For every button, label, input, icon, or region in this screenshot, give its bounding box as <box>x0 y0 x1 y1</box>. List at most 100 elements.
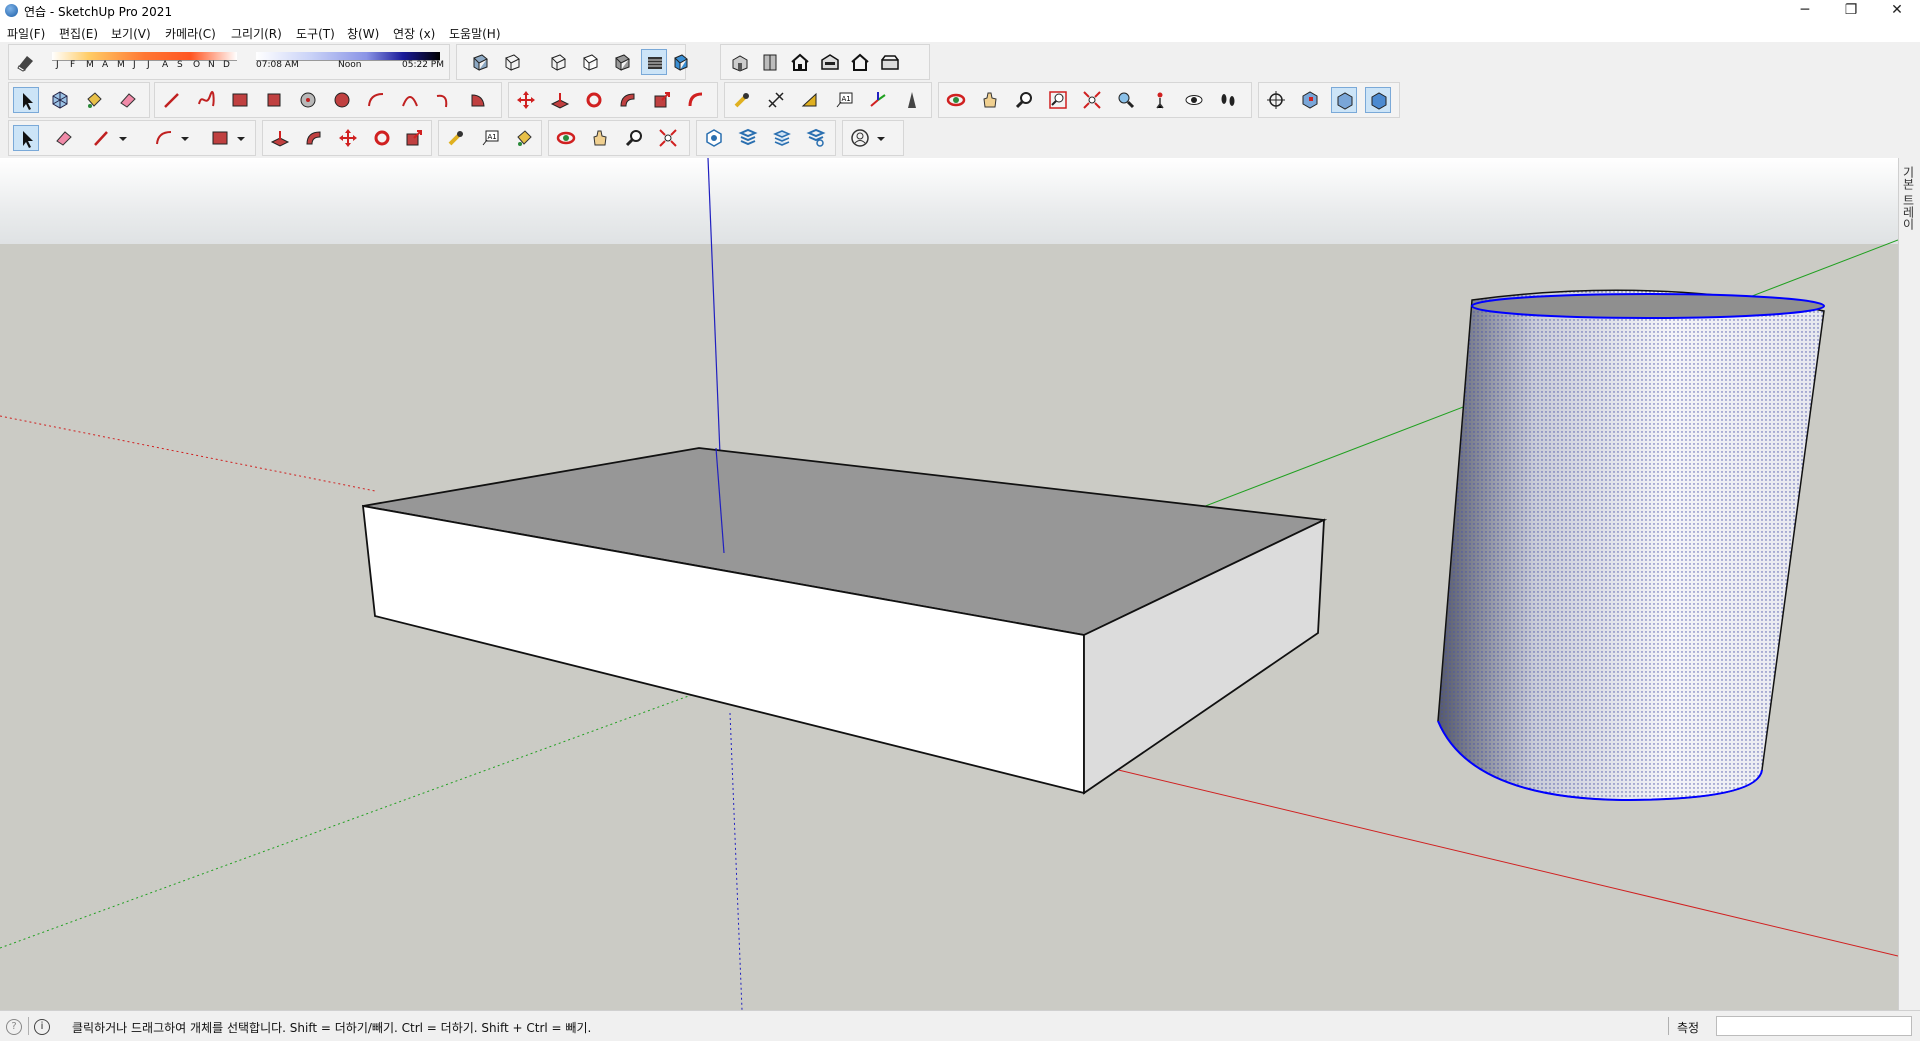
tape-measure-icon[interactable] <box>443 125 469 151</box>
polygon-icon[interactable] <box>329 87 355 113</box>
menu-camera[interactable]: 카메라(C) <box>165 25 216 42</box>
two-point-arc-icon[interactable] <box>397 87 423 113</box>
minimize-button[interactable]: ─ <box>1782 0 1828 22</box>
walk-icon[interactable] <box>1215 87 1241 113</box>
scale-icon[interactable] <box>649 87 675 113</box>
line-icon[interactable] <box>159 87 185 113</box>
follow-me-icon[interactable] <box>301 125 327 151</box>
scale-icon[interactable] <box>401 125 427 151</box>
arc-icon[interactable] <box>151 125 177 151</box>
freehand-icon[interactable] <box>193 87 219 113</box>
push-pull-icon[interactable] <box>267 125 293 151</box>
iso-view-icon[interactable] <box>727 49 753 75</box>
layout-icon[interactable] <box>769 125 795 151</box>
offset-icon[interactable] <box>683 87 709 113</box>
text-icon[interactable]: A1 <box>477 125 503 151</box>
paint-bucket-icon[interactable] <box>81 87 107 113</box>
zoom-extents-icon[interactable] <box>655 125 681 151</box>
pencil-icon[interactable] <box>89 125 115 151</box>
display-section-fill-icon[interactable] <box>1365 87 1391 113</box>
menu-tools[interactable]: 도구(T) <box>296 25 335 42</box>
orbit-icon[interactable] <box>943 87 969 113</box>
menu-window[interactable]: 창(W) <box>347 25 379 42</box>
zoom-extents-icon[interactable] <box>1079 87 1105 113</box>
back-edges-icon[interactable] <box>499 49 525 75</box>
pencil-dropdown-icon[interactable] <box>115 125 129 151</box>
shaded-texture-icon[interactable] <box>641 49 667 75</box>
cylinder-side-selected[interactable] <box>1437 289 1825 801</box>
wireframe-icon[interactable] <box>545 49 571 75</box>
measurements-input[interactable] <box>1716 1016 1912 1036</box>
right-view-icon[interactable] <box>817 49 843 75</box>
section-plane-icon[interactable] <box>1263 87 1289 113</box>
3d-scene[interactable] <box>0 158 1898 1010</box>
account-dropdown-icon[interactable] <box>873 125 887 151</box>
extension-manager-icon[interactable] <box>803 125 829 151</box>
zoom-window-icon[interactable] <box>1045 87 1071 113</box>
cylinder-top-face[interactable] <box>1471 293 1825 319</box>
front-view-icon[interactable] <box>787 49 813 75</box>
back-view-icon[interactable] <box>847 49 873 75</box>
close-button[interactable]: ✕ <box>1874 0 1920 22</box>
select-icon[interactable] <box>13 87 39 113</box>
restore-button[interactable]: ❐ <box>1828 0 1874 22</box>
pan-icon[interactable] <box>977 87 1003 113</box>
display-section-cuts-icon[interactable] <box>1331 87 1357 113</box>
shaded-icon[interactable] <box>609 49 635 75</box>
previous-view-icon[interactable] <box>1113 87 1139 113</box>
rectangle-dropdown-icon[interactable] <box>233 125 247 151</box>
position-camera-icon[interactable] <box>1147 87 1173 113</box>
menu-draw[interactable]: 그리기(R) <box>231 25 282 42</box>
push-pull-icon[interactable] <box>547 87 573 113</box>
month-label: S <box>177 60 183 70</box>
rectangle-icon[interactable] <box>227 87 253 113</box>
circle-icon[interactable] <box>295 87 321 113</box>
default-tray-tab[interactable]: 기본 트레이 <box>1898 158 1920 1010</box>
menu-edit[interactable]: 편집(E) <box>59 25 98 42</box>
arc-dropdown-icon[interactable] <box>177 125 191 151</box>
rotate-icon[interactable] <box>369 125 395 151</box>
move-icon[interactable] <box>335 125 361 151</box>
eraser-icon[interactable] <box>51 125 77 151</box>
protractor-icon[interactable] <box>797 87 823 113</box>
follow-me-icon[interactable] <box>615 87 641 113</box>
geo-location-icon[interactable]: ? <box>6 1019 22 1035</box>
pie-icon[interactable] <box>465 87 491 113</box>
pan-icon[interactable] <box>587 125 613 151</box>
monochrome-icon[interactable] <box>669 49 691 75</box>
info-icon[interactable]: i <box>34 1019 50 1035</box>
orbit-icon[interactable] <box>553 125 579 151</box>
menu-help[interactable]: 도움말(H) <box>449 25 501 42</box>
3d-text-icon[interactable] <box>899 87 925 113</box>
tape-measure-icon[interactable] <box>729 87 755 113</box>
three-point-arc-icon[interactable] <box>431 87 457 113</box>
text-icon[interactable]: A1 <box>831 87 857 113</box>
select-icon[interactable] <box>13 125 39 151</box>
zoom-icon[interactable] <box>621 125 647 151</box>
left-view-icon[interactable] <box>877 49 903 75</box>
dimension-icon[interactable] <box>763 87 789 113</box>
menu-view[interactable]: 보기(V) <box>111 25 151 42</box>
move-icon[interactable] <box>513 87 539 113</box>
look-around-icon[interactable] <box>1181 87 1207 113</box>
xray-icon[interactable] <box>467 49 493 75</box>
styles-icon[interactable] <box>13 49 39 75</box>
component-icon[interactable] <box>47 87 73 113</box>
warehouse-icon[interactable] <box>701 125 727 151</box>
rotate-icon[interactable] <box>581 87 607 113</box>
hidden-line-icon[interactable] <box>577 49 603 75</box>
top-view-icon[interactable] <box>757 49 783 75</box>
arc-icon[interactable] <box>363 87 389 113</box>
axes-icon[interactable] <box>865 87 891 113</box>
eraser-icon[interactable] <box>115 87 141 113</box>
menu-file[interactable]: 파일(F) <box>7 25 45 42</box>
menu-extensions[interactable]: 연장 (x) <box>393 25 435 42</box>
display-section-planes-icon[interactable] <box>1297 87 1323 113</box>
rectangle-icon[interactable] <box>207 125 233 151</box>
rotated-rectangle-icon[interactable] <box>261 87 287 113</box>
zoom-icon[interactable] <box>1011 87 1037 113</box>
modeling-viewport[interactable] <box>0 158 1898 1010</box>
extension-warehouse-icon[interactable] <box>735 125 761 151</box>
account-icon[interactable] <box>847 125 873 151</box>
paint-bucket-icon[interactable] <box>511 125 537 151</box>
